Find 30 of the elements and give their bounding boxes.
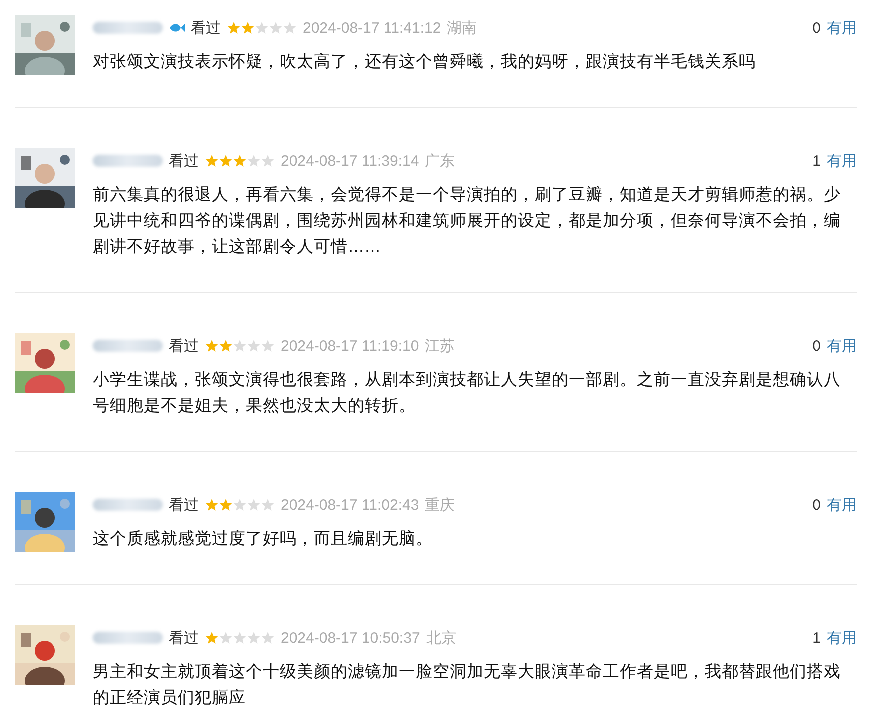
vote-count: 0 bbox=[812, 20, 821, 36]
comment-location: 广东 bbox=[425, 152, 456, 170]
comment-text: 这个质感就感觉过度了好吗，而且编剧无脑。 bbox=[93, 529, 434, 550]
comment-text: 男主和女主就顶着这个十级美颜的滤镜加一脸空洞加无辜大眼演革命工作者是吧，我都替跟他们搭戏的正经演员们犯膈应 bbox=[93, 662, 842, 709]
watched-status: 看过 bbox=[169, 152, 199, 170]
comment-text: 小学生谍战，张颂文演得也很套路，从剧本到演技都让人失望的一部剧。之前一直没弃剧是想确认八号细胞是不是姐夫，果然也没太大的转折。 bbox=[93, 370, 842, 417]
comment-location: 重庆 bbox=[425, 496, 456, 514]
comment-location: 北京 bbox=[426, 628, 456, 648]
watched-status: 看过 bbox=[169, 336, 199, 356]
comment-time: 2024-08-17 11:19:10 bbox=[281, 338, 420, 354]
comment-location: 湖南 bbox=[447, 18, 478, 38]
vote-count: 0 bbox=[812, 496, 821, 514]
comment-time: 2024-08-17 11:39:14 bbox=[281, 152, 420, 170]
comment-location: 江苏 bbox=[425, 336, 456, 356]
watched-status: 看过 bbox=[169, 628, 199, 648]
vote-count: 1 bbox=[812, 152, 821, 170]
useful-link[interactable]: 有用 bbox=[827, 18, 857, 38]
useful-link[interactable]: 有用 bbox=[827, 152, 857, 170]
comment-time: 2024-08-17 11:41:12 bbox=[303, 20, 442, 36]
comment-time: 2024-08-17 11:02:43 bbox=[281, 496, 420, 514]
watched-status: 看过 bbox=[169, 496, 199, 514]
comment-time: 2024-08-17 10:50:37 bbox=[281, 630, 420, 646]
useful-link[interactable]: 有用 bbox=[827, 628, 857, 648]
comment-text: 前六集真的很退人，再看六集，会觉得不是一个导演拍的，刷了豆瓣，知道是天才剪辑师惹的祸。少见讲中统和四爷的谍偶剧，围绕苏州园林和建筑师展开的设定，都是加分项，但奈何导演不会拍，编剧讲不好故事，让这部剧令人可惜…… bbox=[93, 185, 842, 258]
vote-count: 1 bbox=[812, 630, 821, 646]
useful-link[interactable]: 有用 bbox=[827, 496, 857, 514]
useful-link[interactable]: 有用 bbox=[827, 336, 857, 356]
watched-status: 看过 bbox=[191, 18, 221, 38]
comment-text: 对张颂文演技表示怀疑，吹太高了，还有这个曾舜曦，我的妈呀，跟演技有半毛钱关系吗 bbox=[93, 52, 757, 73]
vote-count: 0 bbox=[812, 338, 821, 354]
